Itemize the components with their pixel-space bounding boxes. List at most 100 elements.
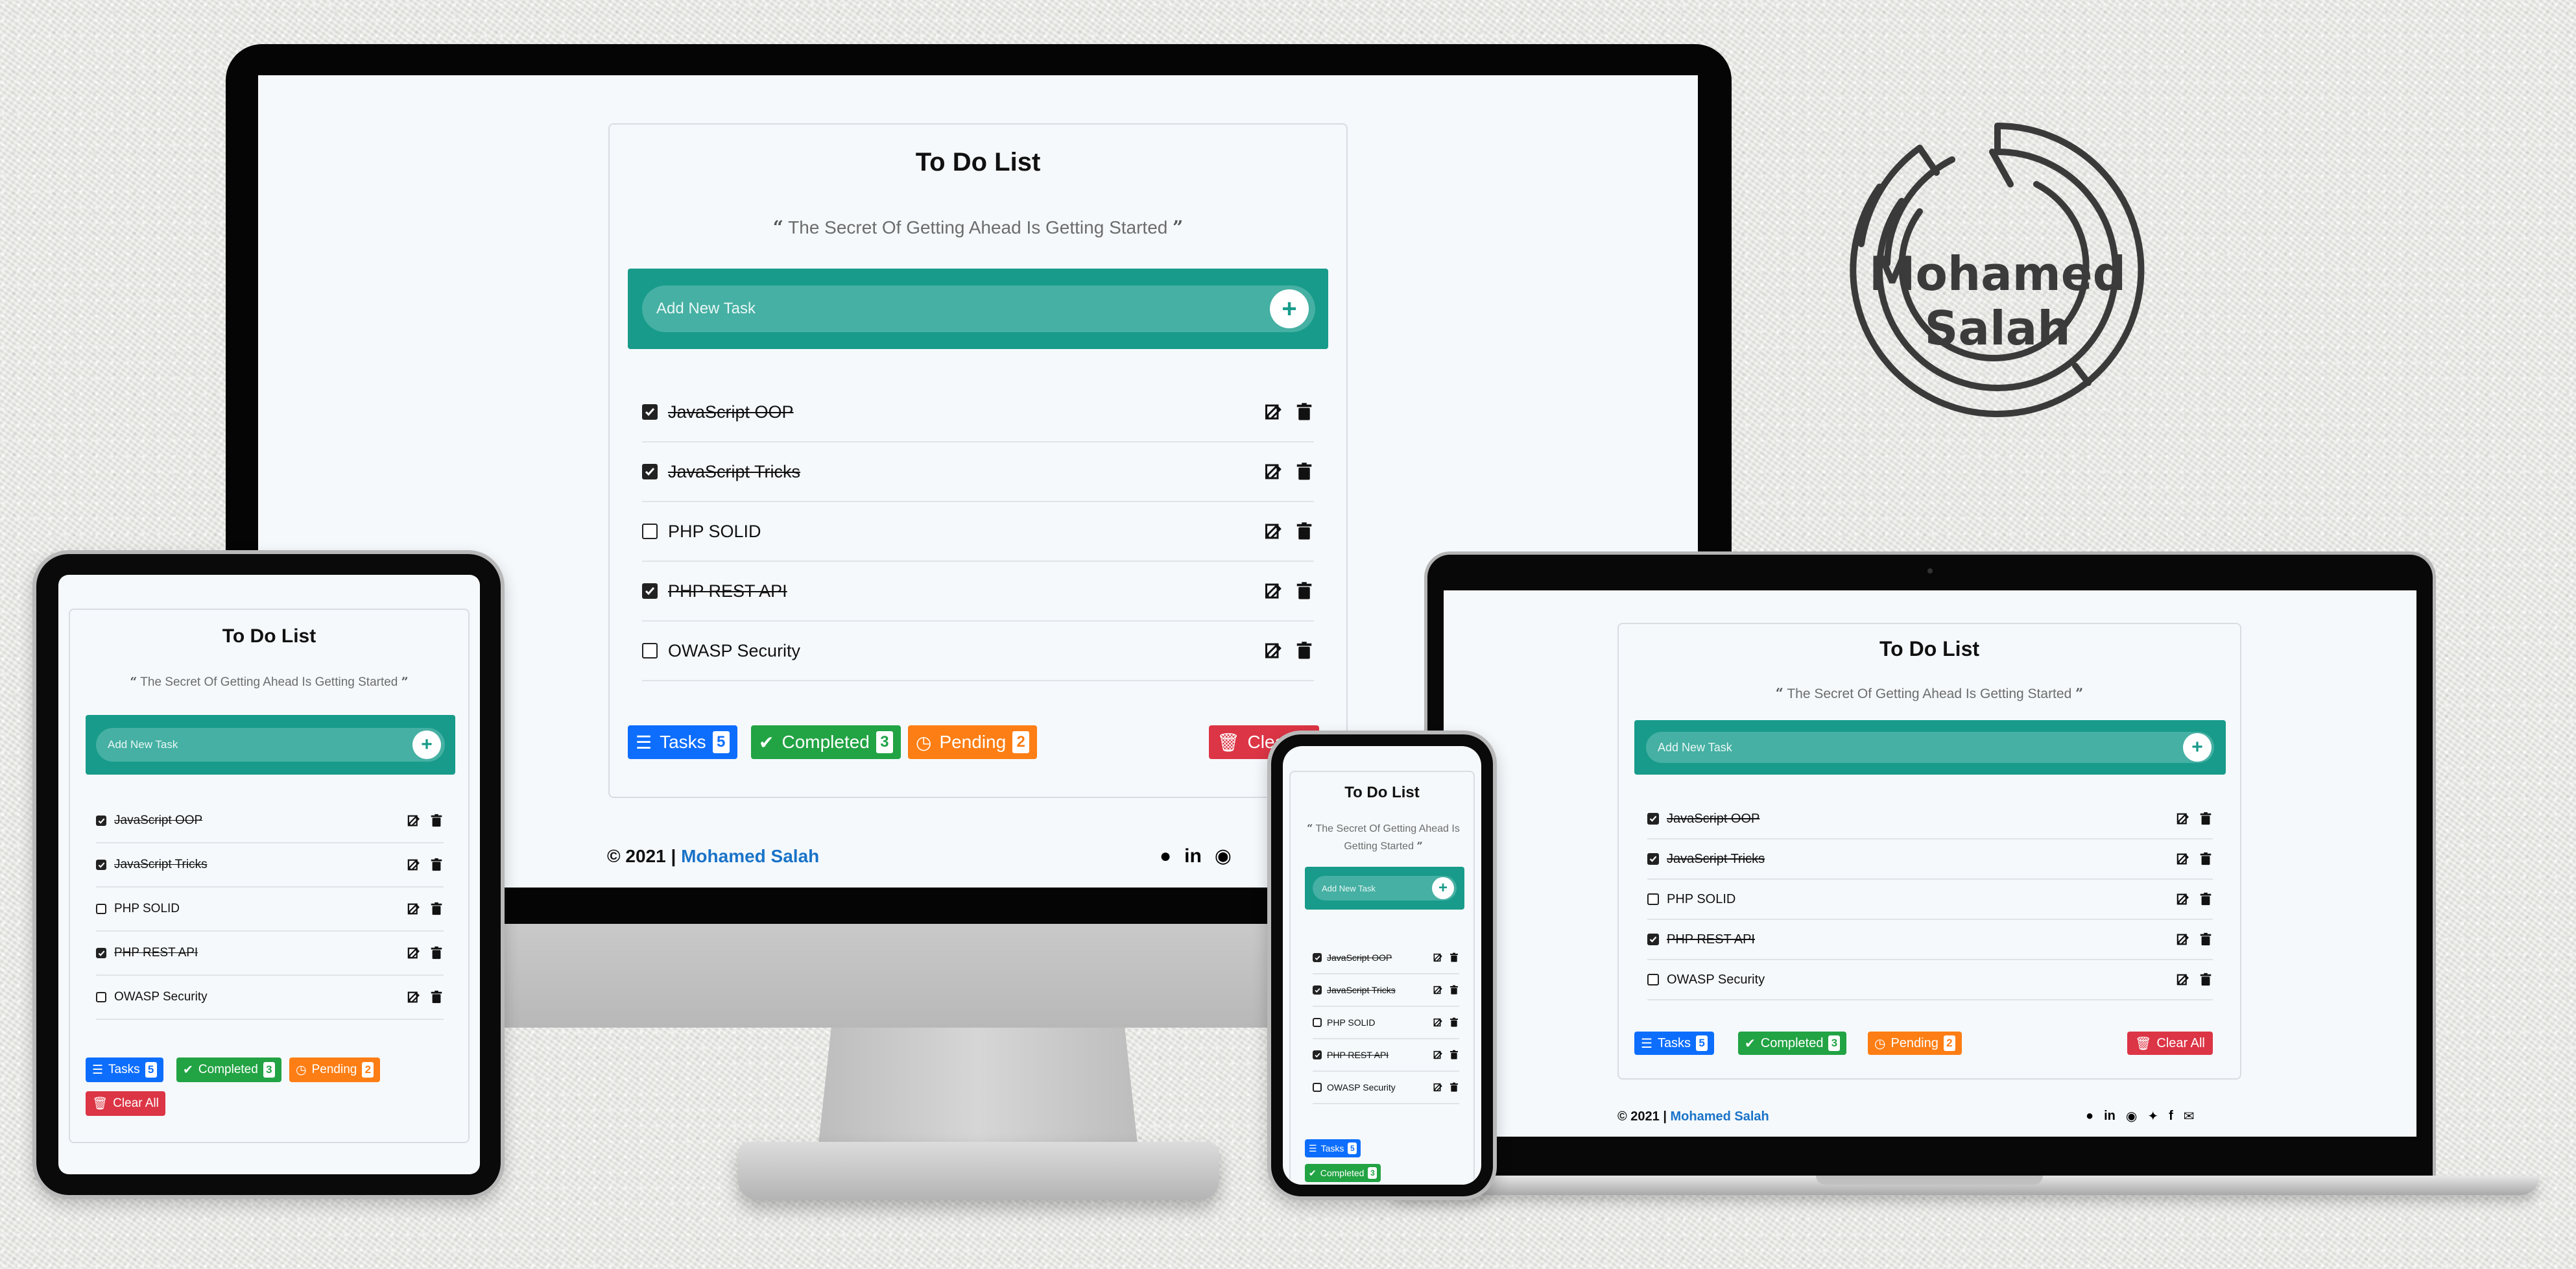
edit-icon[interactable] <box>1433 1017 1444 1028</box>
edit-icon[interactable] <box>2176 852 2191 866</box>
task-checkbox[interactable] <box>1313 1018 1322 1027</box>
monitor-chin <box>505 924 1278 1028</box>
globe-icon[interactable]: ◉ <box>1215 845 1232 867</box>
task-row: PHP SOLID <box>1313 1007 1459 1039</box>
edit-icon[interactable] <box>407 858 422 872</box>
task-checkbox[interactable] <box>96 904 106 914</box>
edit-icon[interactable] <box>407 814 422 828</box>
task-checkbox[interactable] <box>1647 934 1659 945</box>
task-label: JavaScript OOP <box>1667 811 1760 826</box>
task-checkbox[interactable] <box>96 860 106 870</box>
task-checkbox[interactable] <box>1647 893 1659 905</box>
task-checkbox[interactable] <box>1313 1083 1322 1092</box>
trash-icon[interactable] <box>1449 985 1459 995</box>
trash-icon[interactable] <box>429 990 444 1004</box>
add-task-input[interactable]: Add New Task <box>96 728 445 762</box>
task-checkbox[interactable] <box>1647 853 1659 865</box>
edit-icon[interactable] <box>1265 581 1284 601</box>
linkedin-icon[interactable]: in <box>1184 845 1202 867</box>
completed-count-badge: ✔ Completed 3 <box>1738 1032 1847 1055</box>
twitter-icon[interactable]: ✦ <box>2147 1108 2158 1124</box>
task-checkbox[interactable] <box>642 404 658 420</box>
trash-icon[interactable] <box>2199 812 2213 826</box>
mail-icon[interactable]: ✉ <box>2184 1108 2195 1124</box>
edit-icon[interactable] <box>1265 462 1284 481</box>
edit-icon[interactable] <box>407 902 422 916</box>
add-task-bar: Add New Task + <box>86 715 455 775</box>
task-row: JavaScript OOP <box>96 799 444 843</box>
task-row: OWASP Security <box>1313 1072 1459 1104</box>
edit-icon[interactable] <box>1433 1050 1444 1060</box>
edit-icon[interactable] <box>407 946 422 960</box>
github-icon[interactable]: ● <box>2086 1109 2093 1124</box>
edit-icon[interactable] <box>407 990 422 1004</box>
clear-all-button[interactable]: 🗑 Clear All <box>2127 1032 2213 1055</box>
edit-icon[interactable] <box>1265 522 1284 541</box>
trash-icon[interactable] <box>429 902 444 916</box>
task-label: OWASP Security <box>1667 972 1765 987</box>
trash-icon[interactable] <box>1294 581 1314 601</box>
trash-icon[interactable] <box>1449 1082 1459 1093</box>
task-checkbox[interactable] <box>642 464 658 479</box>
tasks-count-badge: ☰ Tasks 5 <box>628 725 737 759</box>
trash-icon: 🗑 <box>92 1097 108 1111</box>
add-task-button[interactable]: + <box>1432 877 1454 899</box>
add-task-input[interactable]: Add New Task <box>642 285 1315 332</box>
edit-icon[interactable] <box>2176 812 2191 826</box>
edit-icon[interactable] <box>1265 641 1284 660</box>
trash-icon[interactable] <box>429 858 444 872</box>
trash-icon[interactable] <box>2199 932 2213 947</box>
footer-author-link[interactable]: Mohamed Salah <box>1671 1109 1769 1124</box>
trash-icon[interactable] <box>2199 852 2213 866</box>
phone-screen: To Do List “ The Secret Of Getting Ahead… <box>1283 746 1481 1185</box>
task-checkbox[interactable] <box>642 583 658 599</box>
task-checkbox[interactable] <box>1313 953 1322 962</box>
task-checkbox[interactable] <box>1313 1050 1322 1059</box>
github-icon[interactable]: ● <box>1160 845 1171 867</box>
edit-icon[interactable] <box>2176 892 2191 906</box>
pending-count-badge: ◷ Pending 2 <box>1868 1032 1962 1055</box>
trash-icon[interactable] <box>1449 1050 1459 1060</box>
linkedin-icon[interactable]: in <box>2104 1109 2116 1124</box>
add-task-input[interactable]: Add New Task <box>1646 732 2214 763</box>
trash-icon[interactable] <box>429 946 444 960</box>
task-checkbox[interactable] <box>96 816 106 826</box>
task-checkbox[interactable] <box>96 992 106 1002</box>
globe-icon[interactable]: ◉ <box>2126 1108 2137 1124</box>
trash-icon[interactable] <box>1294 522 1314 541</box>
trash-icon[interactable] <box>1294 402 1314 422</box>
clock-icon: ◷ <box>1874 1036 1886 1051</box>
add-task-bar: Add New Task + <box>1634 720 2226 775</box>
task-checkbox[interactable] <box>642 524 658 539</box>
task-label: JavaScript OOP <box>114 814 203 827</box>
edit-icon[interactable] <box>1433 985 1444 995</box>
task-checkbox[interactable] <box>96 948 106 958</box>
trash-icon[interactable] <box>2199 973 2213 987</box>
task-checkbox[interactable] <box>1647 974 1659 985</box>
trash-icon: 🗑 <box>1217 732 1240 753</box>
edit-icon[interactable] <box>1265 402 1284 422</box>
add-task-button[interactable]: + <box>1270 289 1309 328</box>
add-task-bar: Add New Task + <box>628 269 1328 349</box>
edit-icon[interactable] <box>2176 973 2191 987</box>
edit-icon[interactable] <box>1433 1082 1444 1093</box>
app-title: To Do List <box>222 625 316 647</box>
trash-icon[interactable] <box>1449 952 1459 963</box>
add-task-button[interactable]: + <box>2183 733 2212 762</box>
facebook-icon[interactable]: f <box>2169 1109 2173 1124</box>
trash-icon[interactable] <box>1294 462 1314 481</box>
tablet-screen: To Do List “ The Secret Of Getting Ahead… <box>58 575 480 1174</box>
add-task-button[interactable]: + <box>412 731 441 759</box>
footer-author-link[interactable]: Mohamed Salah <box>681 846 819 866</box>
task-row: JavaScript Tricks <box>1313 974 1459 1007</box>
task-checkbox[interactable] <box>1313 985 1322 995</box>
trash-icon[interactable] <box>2199 892 2213 906</box>
task-checkbox[interactable] <box>1647 813 1659 825</box>
task-checkbox[interactable] <box>642 643 658 659</box>
trash-icon[interactable] <box>1449 1017 1459 1028</box>
trash-icon[interactable] <box>1294 641 1314 660</box>
edit-icon[interactable] <box>1433 952 1444 963</box>
trash-icon[interactable] <box>429 814 444 828</box>
clear-all-button[interactable]: 🗑 Clear All <box>86 1091 165 1116</box>
edit-icon[interactable] <box>2176 932 2191 947</box>
